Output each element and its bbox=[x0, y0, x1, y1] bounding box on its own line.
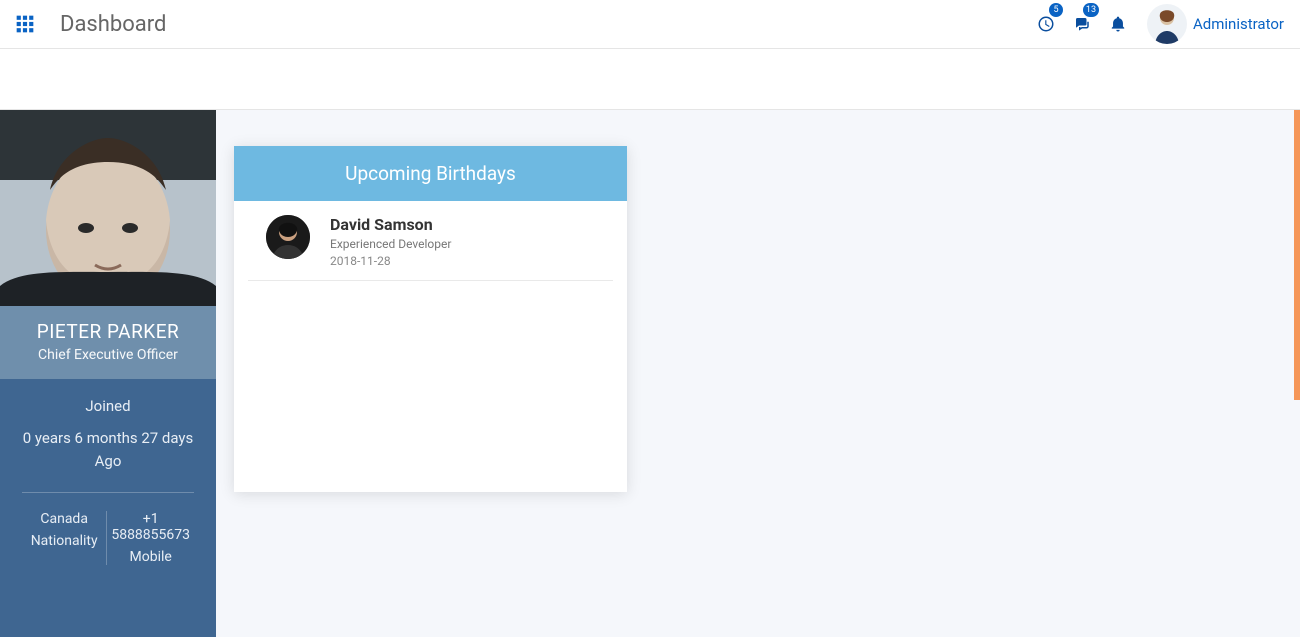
joined-label: Joined bbox=[8, 397, 208, 415]
nationality-cell: Canada Nationality bbox=[22, 511, 107, 565]
main: PIETER PARKER Chief Executive Officer Jo… bbox=[0, 110, 1300, 637]
birthday-name: David Samson bbox=[330, 215, 451, 234]
mobile-cell: +1 5888855673 Mobile bbox=[107, 511, 194, 565]
user-label[interactable]: Administrator bbox=[1193, 15, 1284, 33]
profile-info-row: Canada Nationality +1 5888855673 Mobile bbox=[22, 492, 194, 565]
user-avatar[interactable] bbox=[1147, 4, 1187, 44]
top-bar: Dashboard 5 13 Administrator bbox=[0, 0, 1300, 49]
sub-header bbox=[0, 49, 1300, 110]
birthday-text: David Samson Experienced Developer 2018-… bbox=[330, 215, 451, 268]
profile-panel: PIETER PARKER Chief Executive Officer Jo… bbox=[0, 110, 216, 637]
clock-button[interactable]: 5 bbox=[1029, 7, 1063, 41]
apps-menu-icon[interactable] bbox=[12, 11, 38, 37]
chat-button[interactable]: 13 bbox=[1065, 7, 1099, 41]
chat-badge: 13 bbox=[1083, 3, 1099, 17]
profile-title: Chief Executive Officer bbox=[6, 347, 210, 363]
bell-icon bbox=[1109, 15, 1127, 33]
mobile-label: Mobile bbox=[111, 549, 190, 565]
card-title: Upcoming Birthdays bbox=[234, 146, 627, 201]
profile-name: PIETER PARKER bbox=[6, 320, 210, 343]
birthday-date: 2018-11-28 bbox=[330, 254, 451, 268]
upcoming-birthdays-card: Upcoming Birthdays David Samson Experien… bbox=[234, 146, 627, 492]
joined-duration: 0 years 6 months 27 days Ago bbox=[8, 427, 208, 492]
birthday-role: Experienced Developer bbox=[330, 237, 451, 251]
profile-photo bbox=[0, 110, 216, 306]
profile-name-block: PIETER PARKER Chief Executive Officer bbox=[0, 306, 216, 379]
nationality-value: Canada bbox=[26, 511, 102, 527]
nationality-label: Nationality bbox=[26, 533, 102, 549]
birthday-avatar bbox=[266, 215, 310, 259]
content-area: Upcoming Birthdays David Samson Experien… bbox=[216, 110, 1300, 637]
clock-icon bbox=[1037, 15, 1055, 33]
page-title: Dashboard bbox=[60, 12, 166, 37]
profile-info: Joined 0 years 6 months 27 days Ago Cana… bbox=[0, 379, 216, 637]
mobile-value: +1 5888855673 bbox=[111, 511, 190, 543]
notifications-button[interactable] bbox=[1101, 7, 1135, 41]
right-accent-bar bbox=[1294, 110, 1300, 400]
clock-badge: 5 bbox=[1049, 3, 1063, 17]
chat-icon bbox=[1073, 15, 1091, 33]
birthday-item[interactable]: David Samson Experienced Developer 2018-… bbox=[248, 201, 613, 281]
